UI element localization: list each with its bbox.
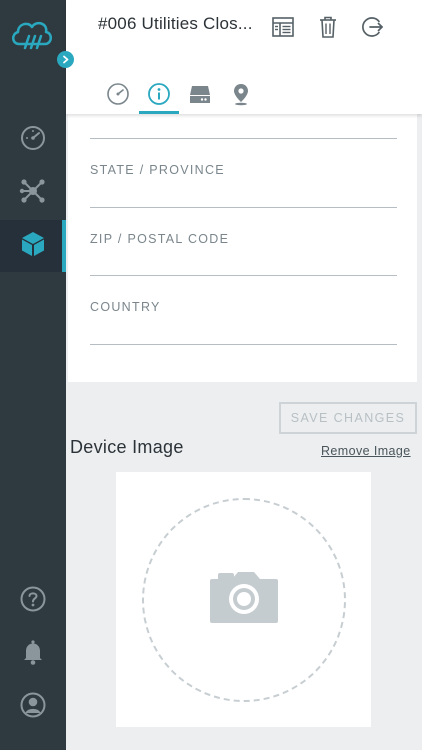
remove-image-link[interactable]: Remove Image <box>321 444 411 458</box>
sidebar-item-devices[interactable] <box>0 220 66 272</box>
tab-location[interactable] <box>221 78 261 114</box>
trash-icon <box>316 15 340 44</box>
expand-sidebar-button[interactable] <box>57 51 74 68</box>
sidebar-item-help[interactable] <box>0 575 66 627</box>
sidebar-item-account[interactable] <box>0 681 66 733</box>
layout-icon <box>271 15 295 44</box>
sidebar-item-dashboard[interactable] <box>0 114 66 166</box>
save-changes-button[interactable]: SAVE CHANGES <box>279 402 417 434</box>
zip-field[interactable] <box>90 275 397 276</box>
cube-icon <box>19 230 47 263</box>
chevron-right-icon <box>61 51 70 69</box>
location-pin-icon <box>229 82 253 111</box>
tab-info[interactable] <box>139 78 179 114</box>
image-drop-zone[interactable] <box>141 497 346 702</box>
device-image-upload[interactable] <box>116 472 371 727</box>
info-icon <box>147 82 171 111</box>
storage-icon <box>188 82 212 111</box>
camera-icon <box>208 569 280 630</box>
user-account-icon <box>19 691 47 724</box>
city-field-underline[interactable] <box>90 138 397 139</box>
tab-storage[interactable] <box>180 78 220 114</box>
sidebar <box>0 0 66 750</box>
page-title: #006 Utilities Clos... <box>98 14 253 33</box>
speedometer-icon <box>19 124 47 157</box>
state-field-label: STATE / PROVINCE <box>90 163 225 177</box>
bell-icon <box>19 638 47 671</box>
delete-button[interactable] <box>315 16 341 42</box>
layout-button[interactable] <box>270 16 296 42</box>
speedometer-icon <box>106 82 130 111</box>
country-field-label: COUNTRY <box>90 300 161 314</box>
help-icon <box>19 585 47 618</box>
cloud-plug-logo[interactable] <box>9 14 55 54</box>
exit-button[interactable] <box>360 16 386 42</box>
zip-field-label: ZIP / POSTAL CODE <box>90 232 230 246</box>
sidebar-item-network[interactable] <box>0 167 66 219</box>
header: #006 Utilities Clos... <box>66 0 422 114</box>
sidebar-item-notifications[interactable] <box>0 628 66 680</box>
network-nodes-icon <box>19 177 47 210</box>
exit-icon <box>361 15 385 44</box>
state-field[interactable] <box>90 207 397 208</box>
address-form: STATE / PROVINCE ZIP / POSTAL CODE COUNT… <box>68 114 417 382</box>
tab-dashboard[interactable] <box>98 78 138 114</box>
country-field[interactable] <box>90 344 397 345</box>
device-image-heading: Device Image <box>70 437 184 457</box>
